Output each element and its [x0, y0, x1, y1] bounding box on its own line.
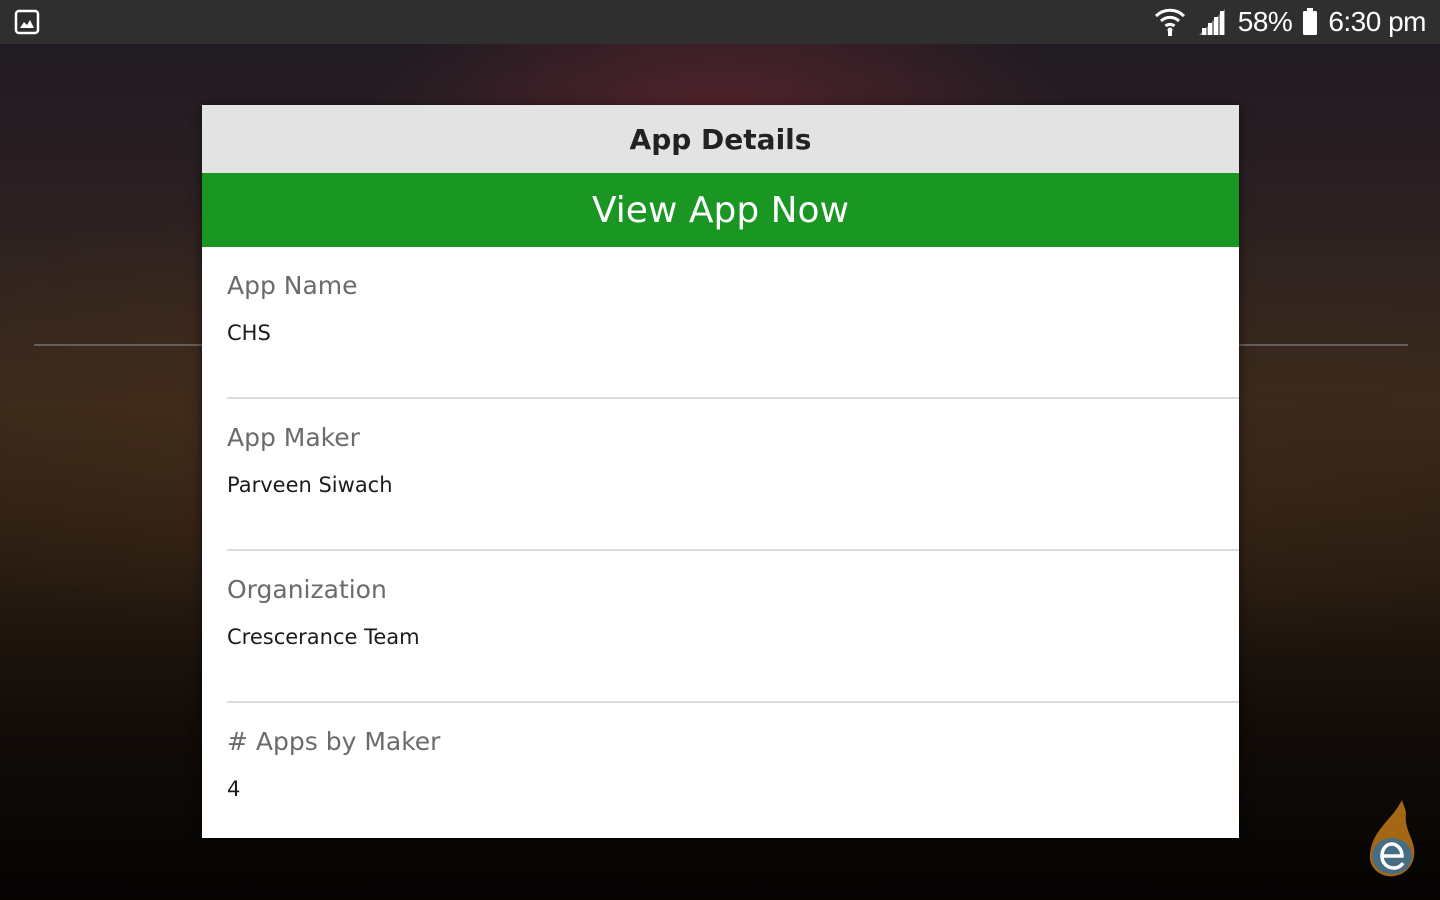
detail-label: # Apps by Maker — [227, 727, 441, 756]
detail-value: CHS — [227, 321, 271, 345]
app-details-dialog: App Details View App Now App Name CHS Ap… — [202, 105, 1239, 838]
status-indicators: 58% 6:30 pm — [1154, 0, 1426, 44]
dialog-title: App Details — [202, 105, 1239, 173]
background-divider-left — [34, 344, 204, 346]
details-list: App Name CHS App Maker Parveen Siwach Or… — [202, 247, 1239, 838]
background-divider-right — [1238, 344, 1408, 346]
gallery-icon — [14, 9, 40, 35]
detail-label: Organization — [227, 575, 387, 604]
flame-e-logo-icon — [1369, 800, 1415, 877]
status-bar: 58% 6:30 pm — [0, 0, 1440, 44]
view-app-now-button[interactable]: View App Now — [202, 173, 1239, 247]
detail-label: App Name — [227, 271, 358, 300]
detail-row-organization: Organization Crescerance Team — [227, 551, 1239, 703]
battery-percent: 58% — [1237, 6, 1293, 37]
detail-value: Parveen Siwach — [227, 473, 393, 497]
clock: 6:30 pm — [1328, 6, 1426, 37]
detail-label: App Maker — [227, 423, 360, 452]
wifi-icon — [1154, 8, 1185, 36]
detail-row-app-maker: App Maker Parveen Siwach — [227, 399, 1239, 551]
detail-row-apps-by-maker: # Apps by Maker 4 — [227, 703, 1239, 838]
detail-value: 4 — [227, 777, 241, 801]
battery-icon — [1303, 8, 1318, 35]
detail-value: Crescerance Team — [227, 625, 420, 649]
detail-row-app-name: App Name CHS — [227, 247, 1239, 399]
signal-icon — [1198, 9, 1225, 35]
